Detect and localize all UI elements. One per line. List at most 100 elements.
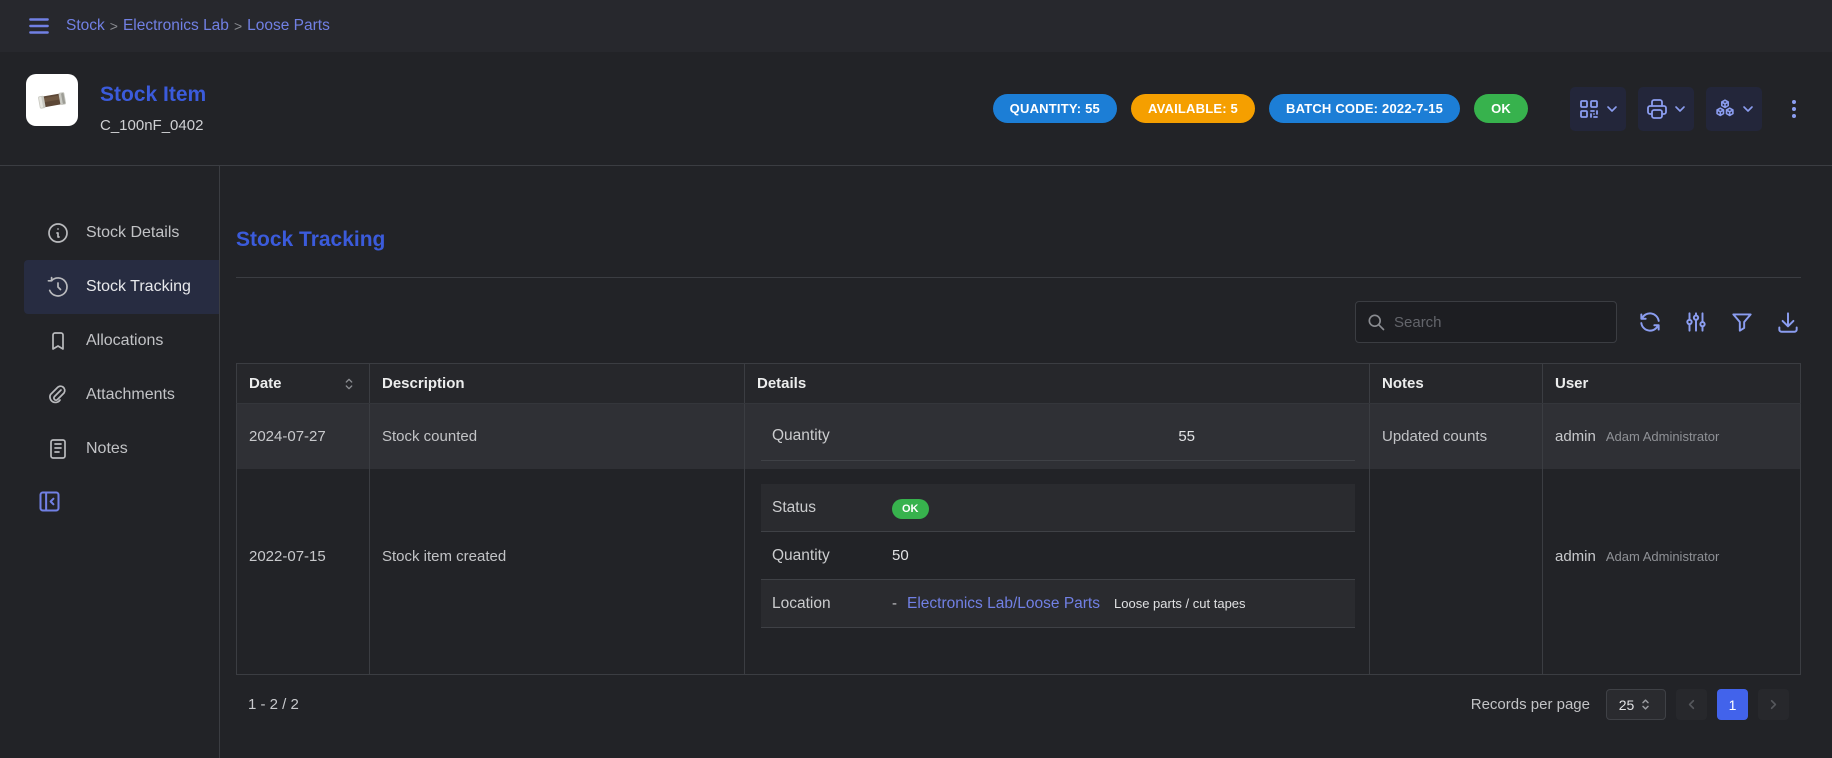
breadcrumb-separator: > xyxy=(105,18,123,34)
column-header-description[interactable]: Description xyxy=(370,364,745,403)
sort-icon[interactable] xyxy=(341,376,357,392)
breadcrumb-stock[interactable]: Stock xyxy=(66,17,105,35)
page-subtitle: C_100nF_0402 xyxy=(100,117,206,134)
sidebar-item-stock-tracking[interactable]: Stock Tracking xyxy=(24,260,219,314)
printer-icon xyxy=(1645,97,1669,121)
status-ok-badge: OK xyxy=(1474,94,1528,123)
cell-date: 2022-07-15 xyxy=(237,469,370,674)
info-circle-icon xyxy=(46,221,70,245)
location-link[interactable]: Electronics Lab/Loose Parts xyxy=(907,595,1100,613)
cell-description: Stock counted xyxy=(370,404,745,469)
previous-page-button[interactable] xyxy=(1676,689,1707,720)
details-table: Quantity 55 xyxy=(761,413,1355,461)
sidebar-item-label: Notes xyxy=(86,440,128,458)
cell-details: Status OK Quantity 50 Location - xyxy=(745,469,1370,674)
chevron-left-icon xyxy=(1684,697,1699,712)
breadcrumb-electronics-lab[interactable]: Electronics Lab xyxy=(123,17,229,35)
column-header-date[interactable]: Date xyxy=(237,364,370,403)
stock-item-page: Stock > Electronics Lab > Loose Parts St… xyxy=(0,0,1832,758)
page-title: Stock Item xyxy=(100,83,206,107)
sidebar-item-label: Attachments xyxy=(86,386,175,404)
page-header: Stock Item C_100nF_0402 QUANTITY: 55 AVA… xyxy=(0,52,1832,166)
location-description: Loose parts / cut tapes xyxy=(1114,596,1246,611)
qrcode-icon xyxy=(1577,97,1601,121)
user-fullname: Adam Administrator xyxy=(1606,549,1719,564)
cell-user: admin Adam Administrator xyxy=(1543,404,1800,469)
part-thumbnail[interactable] xyxy=(26,74,78,126)
breadcrumb-loose-parts[interactable]: Loose Parts xyxy=(247,17,330,35)
cell-date: 2024-07-27 xyxy=(237,404,370,469)
sidebar-item-label: Stock Tracking xyxy=(86,278,191,296)
adjustments-icon[interactable] xyxy=(1683,309,1709,335)
collapse-sidebar-icon[interactable] xyxy=(36,488,63,515)
details-row-status: Status OK xyxy=(761,484,1355,532)
search-box[interactable] xyxy=(1355,301,1617,343)
user-fullname: Adam Administrator xyxy=(1606,429,1719,444)
quantity-value: 50 xyxy=(892,547,1355,564)
table-row[interactable]: 2022-07-15 Stock item created Status OK … xyxy=(236,469,1801,674)
history-icon xyxy=(46,275,70,299)
main-panel: Stock Tracking xyxy=(220,166,1832,758)
filter-icon[interactable] xyxy=(1729,309,1755,335)
cell-details: Quantity 55 xyxy=(745,404,1370,469)
hamburger-menu-icon[interactable] xyxy=(26,13,52,39)
sidebar-item-label: Allocations xyxy=(86,332,163,350)
print-actions-button[interactable] xyxy=(1638,87,1694,131)
batch-code-badge: BATCH CODE: 2022-7-15 xyxy=(1269,94,1460,123)
capacitor-image xyxy=(32,80,72,120)
topbar: Stock > Electronics Lab > Loose Parts xyxy=(0,0,1832,52)
details-table: Status OK Quantity 50 Location - xyxy=(761,484,1355,628)
status-badges: QUANTITY: 55 AVAILABLE: 5 BATCH CODE: 20… xyxy=(993,94,1528,123)
records-per-page-label: Records per page xyxy=(1471,696,1590,713)
quantity-badge: QUANTITY: 55 xyxy=(993,94,1117,123)
search-input[interactable] xyxy=(1394,314,1594,331)
available-badge: AVAILABLE: 5 xyxy=(1131,94,1255,123)
chevron-down-icon xyxy=(1740,101,1756,117)
column-header-user[interactable]: User xyxy=(1543,364,1800,403)
bookmark-icon xyxy=(46,329,70,353)
quantity-value: 55 xyxy=(892,428,1355,445)
cell-user: admin Adam Administrator xyxy=(1543,469,1800,674)
records-per-page-select[interactable]: 25 xyxy=(1606,689,1666,720)
details-row-location: Location - Electronics Lab/Loose Parts L… xyxy=(761,580,1355,628)
details-row-quantity: Quantity 50 xyxy=(761,532,1355,580)
notes-icon xyxy=(46,437,70,461)
sidebar: Stock Details Stock Tracking Allocations xyxy=(0,166,220,758)
chevron-right-icon xyxy=(1766,697,1781,712)
stock-operations-button[interactable] xyxy=(1706,87,1762,131)
next-page-button[interactable] xyxy=(1758,689,1789,720)
sidebar-item-stock-details[interactable]: Stock Details xyxy=(24,206,219,260)
table-row[interactable]: 2024-07-27 Stock counted Quantity 55 Upd… xyxy=(236,404,1801,469)
breadcrumb: Stock > Electronics Lab > Loose Parts xyxy=(66,17,330,35)
status-ok-pill: OK xyxy=(892,499,929,519)
table-toolbar xyxy=(236,301,1801,343)
details-row-quantity: Quantity 55 xyxy=(761,413,1355,461)
sidebar-item-allocations[interactable]: Allocations xyxy=(24,314,219,368)
pagination-controls: Records per page 25 1 xyxy=(1471,689,1789,720)
search-icon xyxy=(1366,312,1386,332)
sidebar-item-notes[interactable]: Notes xyxy=(24,422,219,476)
title-block: Stock Item C_100nF_0402 xyxy=(100,83,206,134)
table-footer: 1 - 2 / 2 Records per page 25 xyxy=(236,674,1801,734)
kebab-menu-icon[interactable] xyxy=(1782,95,1806,123)
page-1-button[interactable]: 1 xyxy=(1717,689,1748,720)
barcode-actions-button[interactable] xyxy=(1570,87,1626,131)
section-title: Stock Tracking xyxy=(236,227,1801,253)
stock-tracking-table: Date Description Details Notes User 2024… xyxy=(236,363,1801,734)
column-header-details[interactable]: Details xyxy=(745,364,1370,403)
location-dash: - xyxy=(892,595,897,612)
username: admin xyxy=(1555,428,1596,445)
breadcrumb-separator: > xyxy=(229,18,247,34)
column-header-notes[interactable]: Notes xyxy=(1370,364,1543,403)
record-range-label: 1 - 2 / 2 xyxy=(248,696,299,713)
refresh-icon[interactable] xyxy=(1637,309,1663,335)
sidebar-item-label: Stock Details xyxy=(86,224,179,242)
download-icon[interactable] xyxy=(1775,309,1801,335)
paperclip-icon xyxy=(46,383,70,407)
selector-icon xyxy=(1638,697,1653,712)
username: admin xyxy=(1555,548,1596,565)
sidebar-item-attachments[interactable]: Attachments xyxy=(24,368,219,422)
section-divider xyxy=(236,277,1801,278)
cell-notes xyxy=(1370,469,1543,674)
header-actions xyxy=(1570,87,1806,131)
